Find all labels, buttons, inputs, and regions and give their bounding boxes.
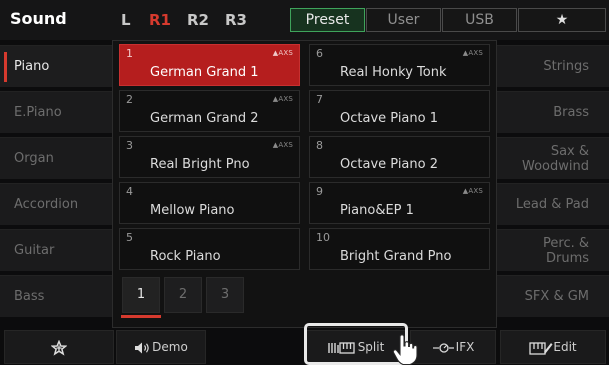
pointing-hand-icon <box>392 334 418 365</box>
category-sax-woodwind[interactable]: Sax & Woodwind <box>497 137 609 179</box>
speaker-icon <box>135 342 149 353</box>
category-bass[interactable]: Bass <box>0 275 112 317</box>
layer-r3-button[interactable]: R3 <box>225 11 247 29</box>
voice-item[interactable]: 3 ▲AXS Real Bright Pno <box>119 136 300 178</box>
category-strings[interactable]: Strings <box>497 45 609 87</box>
voice-item[interactable]: 9 ▲AXS Piano&EP 1 <box>309 182 490 224</box>
voice-name: Mellow Piano <box>150 203 235 218</box>
axs-badge-icon: ▲AXS <box>462 49 483 57</box>
voice-number: 1 <box>126 47 133 60</box>
tab-usb[interactable]: USB <box>442 8 517 32</box>
category-sfx-gm[interactable]: SFX & GM <box>497 275 609 317</box>
page-title: Sound <box>10 9 67 28</box>
category-brass[interactable]: Brass <box>497 91 609 133</box>
category-label: Sax & Woodwind <box>522 143 589 174</box>
voice-name: German Grand 2 <box>150 111 259 126</box>
axs-badge-icon: ▲AXS <box>272 49 293 57</box>
star-outline-icon <box>50 339 68 356</box>
category-accordion[interactable]: Accordion <box>0 183 112 225</box>
category-epiano[interactable]: E.Piano <box>0 91 112 133</box>
voice-name: German Grand 1 <box>150 65 259 80</box>
tab-preset[interactable]: Preset <box>290 8 365 32</box>
demo-label: Demo <box>152 340 188 354</box>
layer-r2-button[interactable]: R2 <box>187 11 209 29</box>
category-label: Strings <box>543 59 589 74</box>
axs-badge-icon: ▲AXS <box>272 95 293 103</box>
voice-item[interactable]: 6 ▲AXS Real Honky Tonk <box>309 44 490 86</box>
voice-number: 8 <box>316 139 323 152</box>
voice-item[interactable]: 2 ▲AXS German Grand 2 <box>119 90 300 132</box>
layer-r1-button[interactable]: R1 <box>149 11 171 29</box>
voice-number: 10 <box>316 231 330 244</box>
voice-item[interactable]: 4 Mellow Piano <box>119 182 300 224</box>
axs-badge-icon: ▲AXS <box>272 141 293 149</box>
voice-item[interactable]: 10 Bright Grand Pno <box>309 228 490 270</box>
layer-l-button[interactable]: L <box>121 11 131 29</box>
category-label: Brass <box>553 105 589 120</box>
voice-number: 7 <box>316 93 323 106</box>
voice-name: Bright Grand Pno <box>340 249 452 264</box>
tab-favorites[interactable]: ★ <box>518 8 606 32</box>
voice-number: 2 <box>126 93 133 106</box>
category-label: Accordion <box>14 197 79 212</box>
voice-number: 4 <box>126 185 133 198</box>
star-icon: ★ <box>555 12 569 28</box>
category-piano[interactable]: Piano <box>0 45 112 87</box>
category-label: Piano <box>14 59 50 74</box>
voice-name: Octave Piano 1 <box>340 111 438 126</box>
category-label: E.Piano <box>14 105 62 120</box>
ifx-button[interactable]: IFX <box>410 330 496 364</box>
voice-list-panel: 1 ▲AXS German Grand 1 2 ▲AXS German Gran… <box>112 40 497 328</box>
page-button-2[interactable]: 2 <box>164 277 202 313</box>
current-page-indicator <box>121 315 161 318</box>
category-label: Lead & Pad <box>515 197 589 212</box>
demo-button[interactable]: Demo <box>116 330 206 364</box>
voice-name: Rock Piano <box>150 249 221 264</box>
category-label: Organ <box>14 151 54 166</box>
category-label: Perc. & Drums <box>543 235 589 266</box>
category-organ[interactable]: Organ <box>0 137 112 179</box>
category-label: Guitar <box>14 243 55 258</box>
ifx-label: IFX <box>455 340 475 354</box>
voice-number: 3 <box>126 139 133 152</box>
voice-name: Piano&EP 1 <box>340 203 414 218</box>
voice-item[interactable]: 7 Octave Piano 1 <box>309 90 490 132</box>
voice-number: 6 <box>316 47 323 60</box>
category-guitar[interactable]: Guitar <box>0 229 112 271</box>
voice-item[interactable]: 5 Rock Piano <box>119 228 300 270</box>
edit-label: Edit <box>553 340 577 354</box>
voice-item[interactable]: 8 Octave Piano 2 <box>309 136 490 178</box>
category-label: SFX & GM <box>524 289 589 304</box>
voice-name: Real Bright Pno <box>150 157 250 172</box>
category-label: Bass <box>14 289 45 304</box>
voice-number: 9 <box>316 185 323 198</box>
page-button-3[interactable]: 3 <box>206 277 244 313</box>
voice-item[interactable]: 1 ▲AXS German Grand 1 <box>119 44 300 86</box>
edit-keyboard-pen-icon <box>529 341 553 355</box>
favorite-add-button[interactable] <box>4 330 114 364</box>
ifx-knob-icon <box>432 342 454 353</box>
voice-name: Octave Piano 2 <box>340 157 438 172</box>
category-perc-drums[interactable]: Perc. & Drums <box>497 229 609 271</box>
edit-button[interactable]: Edit <box>500 330 606 364</box>
category-lead-pad[interactable]: Lead & Pad <box>497 183 609 225</box>
tab-user[interactable]: User <box>366 8 441 32</box>
page-button-1[interactable]: 1 <box>122 277 160 313</box>
voice-number: 5 <box>126 231 133 244</box>
voice-name: Real Honky Tonk <box>340 65 447 80</box>
axs-badge-icon: ▲AXS <box>462 187 483 195</box>
